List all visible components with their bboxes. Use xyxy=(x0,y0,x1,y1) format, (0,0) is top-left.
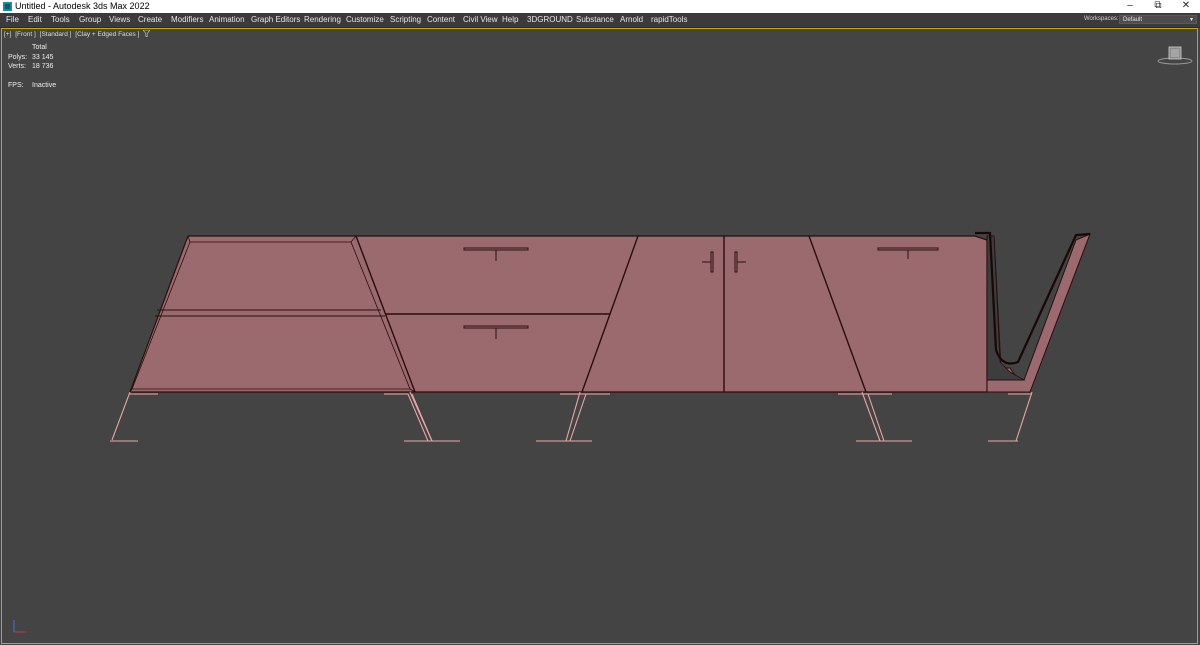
app-window: Untitled - Autodesk 3ds Max 2022 – ⧉ ✕ F… xyxy=(0,0,1200,645)
kitchen-cabinet-model[interactable] xyxy=(129,231,1091,393)
scene-canvas[interactable] xyxy=(0,0,1200,645)
cabinet-legs xyxy=(110,391,1033,442)
